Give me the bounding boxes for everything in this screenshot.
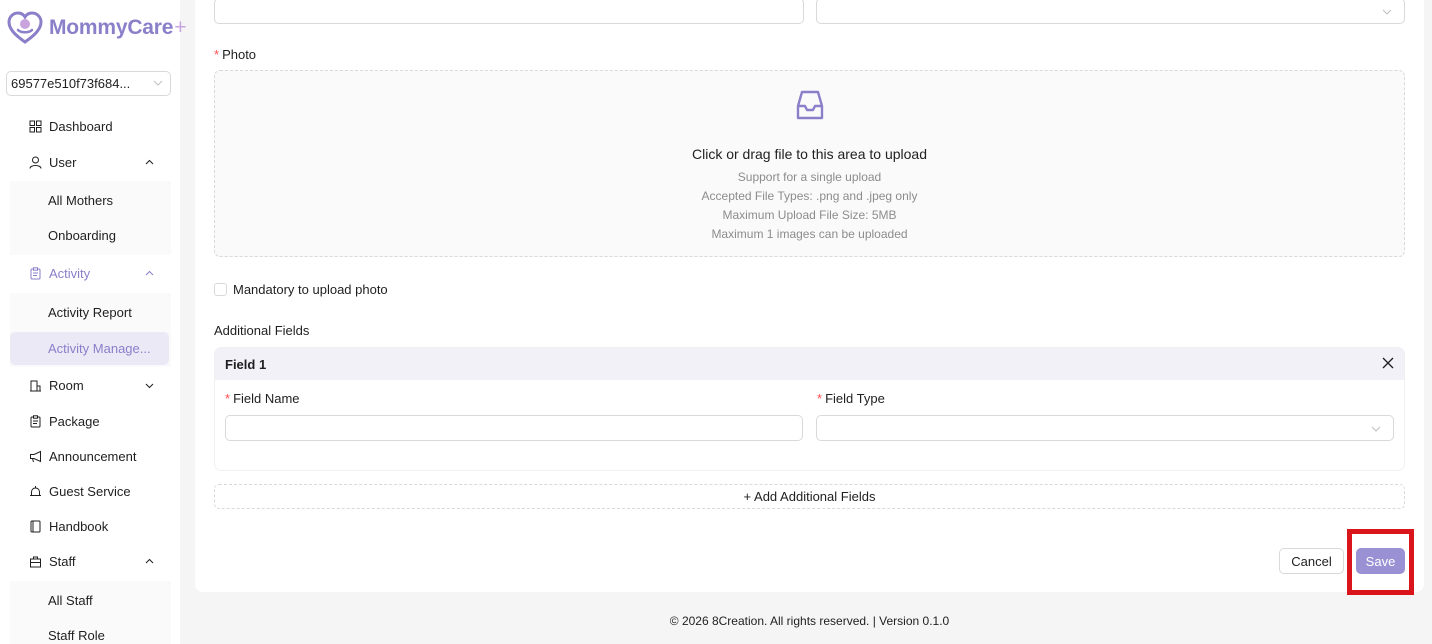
sidebar-item-label: Onboarding — [48, 228, 116, 243]
clipboard-icon — [29, 267, 42, 280]
sidebar-item-room[interactable]: Room — [10, 369, 170, 402]
chevron-up-icon — [145, 270, 154, 276]
sidebar-item-label: All Staff — [48, 593, 93, 608]
user-icon — [29, 156, 42, 169]
add-additional-fields-button[interactable]: + Add Additional Fields — [214, 484, 1405, 509]
organization-select-value: 69577e510f73f684... — [11, 76, 131, 91]
megaphone-icon — [29, 450, 42, 463]
upload-hint: Maximum Upload File Size: 5MB — [722, 208, 897, 222]
chevron-down-icon — [153, 80, 163, 86]
mandatory-photo-checkbox[interactable] — [214, 283, 227, 296]
sidebar-item-label: Announcement — [49, 449, 137, 464]
sidebar-item-label: Staff — [49, 554, 76, 569]
sidebar: MommyCare+ 69577e510f73f684... Dashboard… — [0, 0, 187, 644]
sidebar-item-activity-report[interactable]: Activity Report — [10, 296, 169, 329]
sidebar-item-dashboard[interactable]: Dashboard — [10, 110, 170, 143]
inbox-icon — [796, 90, 824, 120]
footer-text: © 2026 8Creation. All rights reserved. |… — [669, 614, 950, 628]
field-panel-header: Field 1 — [215, 348, 1404, 380]
upload-hint: Maximum 1 images can be uploaded — [711, 227, 908, 241]
field-name-label: * Field Name — [225, 391, 300, 406]
room-icon — [29, 379, 42, 392]
logo-plus: + — [174, 16, 187, 39]
field-type-label: * Field Type — [817, 391, 885, 406]
top-select[interactable] — [816, 0, 1405, 24]
sidebar-item-all-staff[interactable]: All Staff — [10, 584, 169, 617]
bell-icon — [29, 485, 42, 498]
sidebar-item-all-mothers[interactable]: All Mothers — [10, 184, 169, 217]
sidebar-item-activity[interactable]: Activity — [10, 257, 170, 290]
close-icon[interactable] — [1382, 357, 1394, 369]
chevron-up-icon — [145, 159, 154, 165]
field-panel: Field 1 — [214, 347, 1405, 471]
logo-text: MommyCare — [49, 16, 174, 39]
chevron-down-icon — [1371, 426, 1381, 432]
grid-icon — [29, 120, 42, 133]
upload-title: Click or drag file to this area to uploa… — [691, 146, 927, 162]
mandatory-photo-label[interactable]: Mandatory to upload photo — [233, 282, 388, 297]
top-text-input[interactable] — [214, 0, 804, 24]
save-button-highlight — [1347, 529, 1414, 595]
chevron-down-icon — [145, 383, 154, 389]
sidebar-item-label: Activity Report — [48, 305, 132, 320]
staff-icon — [29, 555, 42, 568]
sidebar-item-onboarding[interactable]: Onboarding — [10, 219, 169, 252]
upload-hint: Support for a single upload — [737, 170, 882, 184]
field-type-select[interactable] — [816, 415, 1394, 441]
sidebar-item-label: Guest Service — [49, 484, 131, 499]
sidebar-item-label: Handbook — [49, 519, 109, 534]
chevron-up-icon — [145, 558, 154, 564]
heart-logo-icon — [7, 11, 43, 44]
field-name-input[interactable] — [225, 415, 803, 441]
sidebar-item-staff-role[interactable]: Staff Role — [10, 619, 169, 644]
sidebar-item-user[interactable]: User — [10, 146, 170, 179]
sidebar-item-handbook[interactable]: Handbook — [10, 510, 170, 543]
photo-upload-dropzone[interactable]: Click or drag file to this area to uploa… — [214, 70, 1405, 257]
sidebar-item-announcement[interactable]: Announcement — [10, 440, 170, 473]
sidebar-item-staff[interactable]: Staff — [10, 545, 170, 578]
sidebar-item-label: User — [49, 155, 77, 170]
sidebar-item-activity-management[interactable]: Activity Manage... — [10, 332, 169, 365]
sidebar-item-label: Package — [49, 414, 100, 429]
cancel-button[interactable]: Cancel — [1279, 548, 1344, 574]
upload-hint: Accepted File Types: .png and .jpeg only — [701, 189, 918, 203]
package-icon — [29, 415, 42, 428]
photo-label: * Photo — [214, 47, 257, 62]
sidebar-item-label: Staff Role — [48, 628, 105, 643]
sidebar-item-label: All Mothers — [48, 193, 114, 208]
sidebar-item-label: Room — [49, 378, 84, 393]
field-panel-title: Field 1 — [225, 357, 267, 372]
sidebar-item-label: Activity — [49, 266, 91, 281]
logo[interactable]: MommyCare+ — [7, 10, 187, 46]
sidebar-item-package[interactable]: Package — [10, 405, 170, 438]
organization-select[interactable]: 69577e510f73f684... — [6, 71, 171, 96]
sidebar-item-guest-service[interactable]: Guest Service — [10, 475, 170, 508]
sidebar-item-label: Activity Manage... — [48, 341, 151, 356]
sidebar-item-label: Dashboard — [49, 119, 113, 134]
chevron-down-icon — [1382, 9, 1392, 15]
additional-fields-label: Additional Fields — [214, 323, 310, 338]
book-icon — [29, 520, 42, 533]
